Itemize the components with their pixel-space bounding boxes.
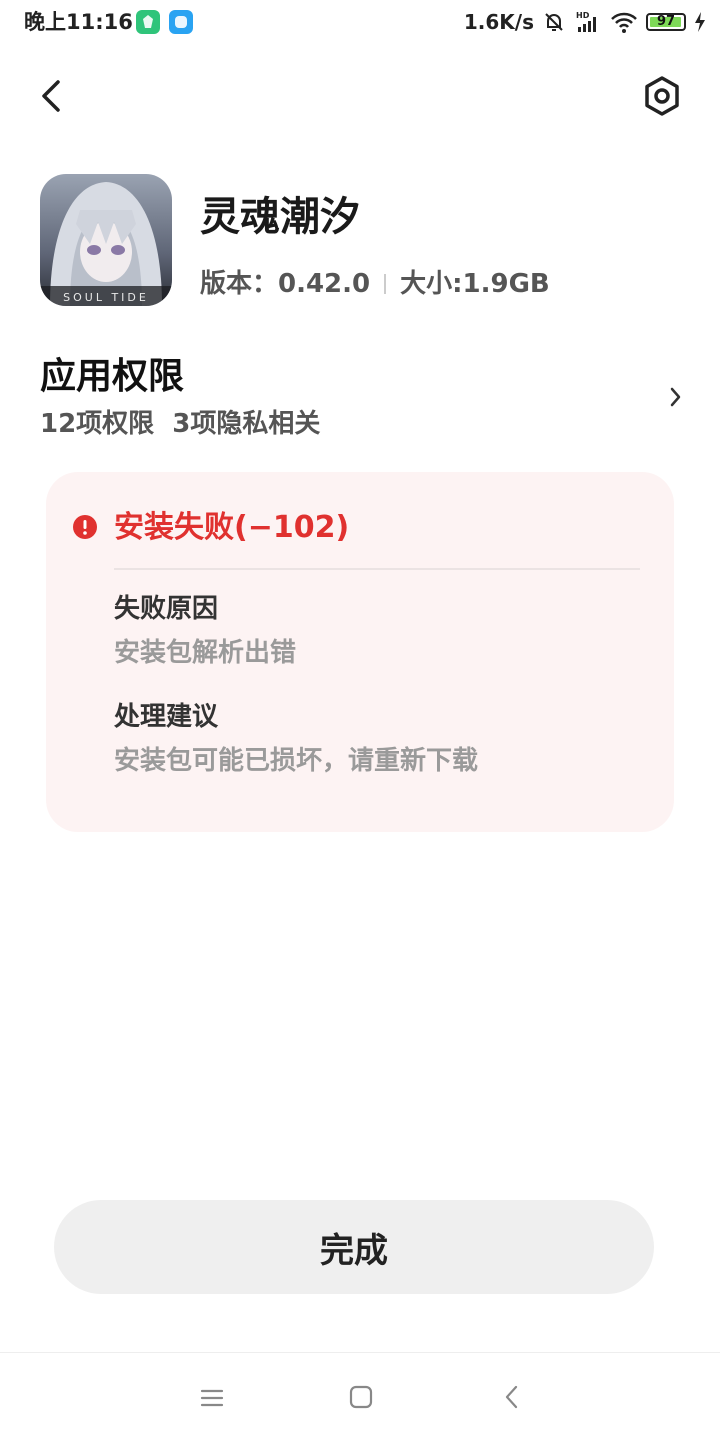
app-blue-icon: [169, 10, 193, 34]
mute-icon: [545, 13, 563, 31]
chevron-right-icon: [664, 382, 686, 412]
status-time: 晚上11:16: [24, 10, 133, 34]
failure-reason-value: 安装包解析出错: [114, 638, 297, 668]
app-green-icon: [136, 10, 160, 34]
suggestion-value: 安装包可能已损坏，请重新下载: [114, 746, 479, 776]
battery-icon: 97: [646, 13, 686, 31]
svg-text:HD: HD: [576, 11, 590, 20]
app-icon: SOUL TIDE: [40, 174, 172, 306]
signal-icon: HD: [576, 11, 596, 32]
back-button[interactable]: [30, 72, 74, 120]
settings-button[interactable]: [636, 70, 688, 122]
failure-reason-label: 失败原因: [114, 594, 219, 624]
suggestion-label: 处理建议: [114, 702, 219, 732]
permissions-title: 应用权限: [40, 356, 185, 397]
status-right-group: 1.6K/s HD 97: [464, 8, 706, 36]
permissions-summary: 12项权限 3项隐私相关: [40, 409, 321, 439]
app-name: 灵魂潮汐: [200, 194, 360, 240]
app-icon-text: SOUL TIDE: [63, 291, 149, 304]
error-divider: [114, 568, 640, 570]
charging-icon: [695, 12, 705, 32]
app-meta: 版本：0.42.0 大小:1.9GB: [200, 265, 550, 303]
app-size: 大小:1.9GB: [400, 269, 550, 299]
error-icon: [72, 514, 98, 540]
back-icon[interactable]: [500, 1382, 524, 1412]
error-title: 安装失败(−102): [114, 510, 350, 545]
chevron-left-icon: [42, 80, 60, 112]
done-button[interactable]: 完成: [54, 1200, 654, 1294]
battery-level: 97: [656, 14, 676, 29]
home-icon[interactable]: [348, 1384, 374, 1410]
settings-icon: [645, 76, 679, 116]
meta-divider: [384, 274, 387, 294]
app-version: 版本：0.42.0: [200, 269, 371, 299]
menu-icon[interactable]: [198, 1384, 226, 1412]
net-speed: 1.6K/s: [463, 10, 534, 34]
wifi-icon: [611, 12, 637, 33]
